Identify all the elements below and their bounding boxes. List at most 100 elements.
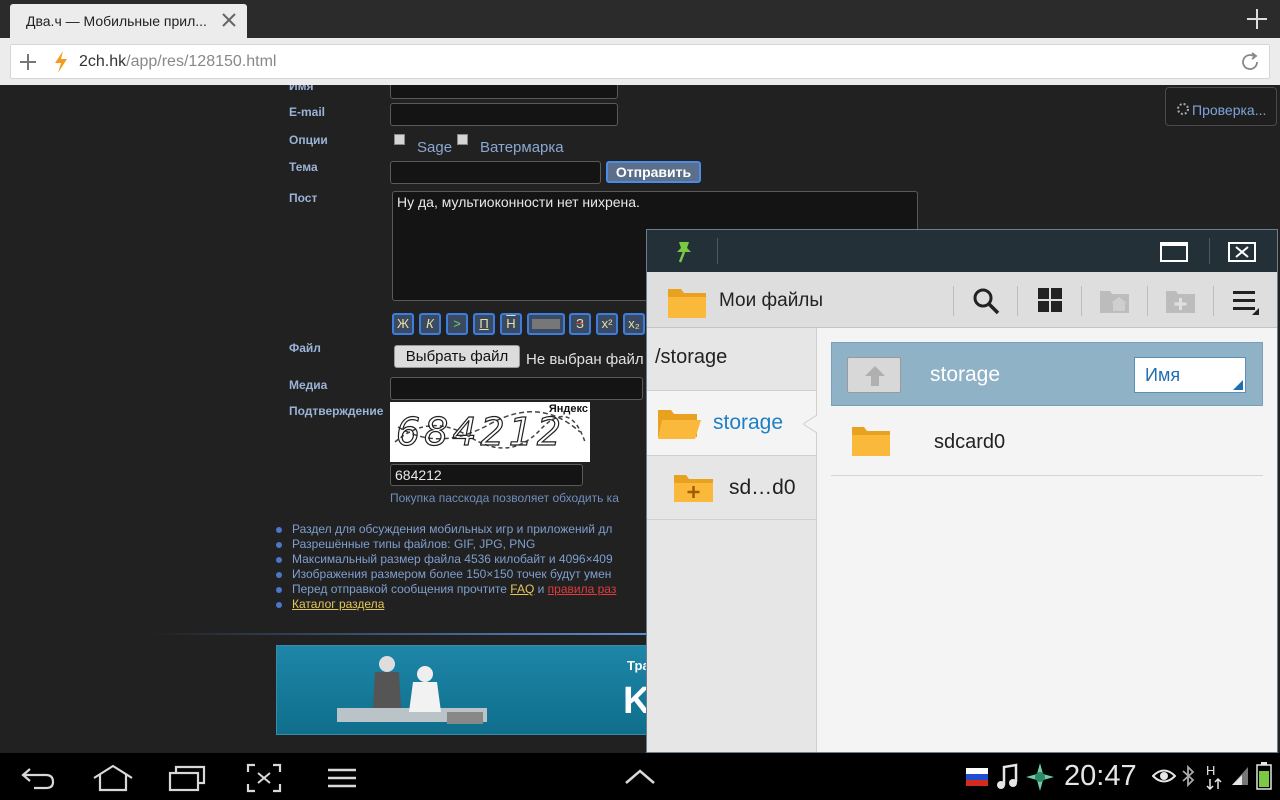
toolbar-separator <box>1081 286 1082 316</box>
list-item[interactable]: sdcard0 <box>831 408 1263 476</box>
close-window-icon[interactable] <box>1227 240 1257 264</box>
close-tab-icon[interactable] <box>219 10 239 30</box>
window-title-bar[interactable] <box>647 230 1277 272</box>
choose-file-button[interactable]: Выбрать файл <box>394 345 520 368</box>
home-folder-icon <box>1100 291 1129 313</box>
sdcard-folder-icon <box>674 475 713 502</box>
toolbar-separator <box>1017 286 1018 316</box>
bluetooth-icon <box>1182 765 1195 787</box>
url-field[interactable]: 2ch.hk/app/res/128150.html <box>10 44 1270 79</box>
reload-icon[interactable] <box>1239 51 1261 73</box>
check-button[interactable]: Проверка... <box>1165 87 1277 126</box>
toolbar-separator <box>1213 286 1214 316</box>
rule-item: Перед отправкой сообщения прочтите FAQ и… <box>276 582 616 596</box>
title-separator <box>717 238 718 264</box>
file-manager-toolbar: Мои файлы <box>647 272 1277 328</box>
title-separator <box>1209 238 1210 264</box>
system-navigation-bar: 20:47 H <box>0 753 1280 800</box>
grid-view-icon[interactable] <box>1037 287 1063 313</box>
nav-item-storage[interactable]: storage <box>647 390 817 455</box>
browser-tab-bar: Два.ч — Мобильные прил... <box>0 0 1280 38</box>
italic-button[interactable]: К <box>419 313 441 335</box>
battery-icon <box>1256 762 1272 790</box>
add-bookmark-icon[interactable] <box>19 53 37 71</box>
sage-label: Sage <box>417 139 453 156</box>
media-input[interactable] <box>390 377 643 400</box>
watermark-label: Ватермарка <box>480 139 564 156</box>
recent-apps-icon[interactable] <box>168 763 208 793</box>
captcha-image: 684212 Яндекс <box>390 402 590 462</box>
nav-item-label: storage <box>713 411 784 434</box>
underline-button[interactable]: П <box>473 313 495 335</box>
current-folder-bar: storage Имя <box>831 342 1263 406</box>
superscript-button[interactable]: x² <box>596 313 618 335</box>
spoiler-button[interactable] <box>527 313 565 335</box>
catalog-link[interactable]: Каталог раздела <box>292 597 384 611</box>
file-label: Файл <box>289 341 321 355</box>
search-icon[interactable] <box>971 286 1001 316</box>
file-manager-window: Мои файлы /storage storage sd…d0 storage <box>646 229 1278 753</box>
faq-link[interactable]: FAQ <box>510 582 534 596</box>
nav-item-label: sd…d0 <box>729 476 796 499</box>
bold-button[interactable]: Ж <box>392 313 414 335</box>
clock: 20:47 <box>1064 760 1137 792</box>
sage-checkbox[interactable] <box>394 134 405 145</box>
url-text[interactable]: 2ch.hk/app/res/128150.html <box>79 53 276 71</box>
arrow-up-icon <box>865 366 885 386</box>
name-input[interactable] <box>390 85 618 99</box>
subject-input[interactable] <box>390 161 601 184</box>
email-input[interactable] <box>390 103 618 126</box>
spoiler-swatch <box>532 319 560 329</box>
divider <box>150 633 650 635</box>
banner-photo <box>337 656 487 724</box>
spinner-icon <box>1177 103 1189 115</box>
overline-button[interactable]: Н <box>500 313 522 335</box>
new-tab-icon[interactable] <box>1244 6 1270 32</box>
sort-select[interactable]: Имя <box>1134 357 1246 393</box>
up-folder-button[interactable] <box>847 357 901 393</box>
list-item-label: sdcard0 <box>934 431 1006 453</box>
passcode-text: Покупка пасскода позволяет обходить ка <box>390 491 619 505</box>
menu-icon[interactable] <box>326 765 358 791</box>
quote-button[interactable]: > <box>446 313 468 335</box>
screenshot-icon[interactable] <box>246 763 282 793</box>
options-label: Опции <box>289 133 328 147</box>
home-icon[interactable] <box>92 763 134 793</box>
rule-item: Раздел для обсуждения мобильных игр и пр… <box>276 522 612 536</box>
eye-icon <box>1152 769 1176 783</box>
signal-icon <box>1232 767 1248 785</box>
toolbar-separator <box>1147 286 1148 316</box>
app-title: Мои файлы <box>719 290 824 311</box>
name-label: Имя <box>289 85 314 93</box>
back-icon[interactable] <box>20 765 56 791</box>
maximize-icon[interactable] <box>1159 240 1189 264</box>
rules-link[interactable]: правила раз <box>548 582 617 596</box>
strike-button[interactable]: З <box>569 313 591 335</box>
browser-tab[interactable]: Два.ч — Мобильные прил... <box>10 4 247 38</box>
russian-flag-icon <box>966 768 988 786</box>
watermark-checkbox[interactable] <box>457 134 468 145</box>
ad-banner[interactable]: Тра K <box>276 645 648 735</box>
app-notification-icon <box>1026 763 1054 791</box>
open-folder-icon <box>658 410 701 439</box>
menu-icon[interactable] <box>1231 288 1261 316</box>
send-button[interactable]: Отправить <box>606 161 701 183</box>
subscript-button[interactable]: x₂ <box>623 313 645 335</box>
chevron-up-icon[interactable] <box>624 767 656 787</box>
network-h-icon: H <box>1206 763 1222 791</box>
rule-item: Каталог раздела <box>276 597 384 611</box>
check-label: Проверка... <box>1192 102 1267 118</box>
pin-icon[interactable] <box>671 238 697 264</box>
rule-item: Изображения размером более 150×150 точек… <box>276 567 611 581</box>
nav-item-sdcard[interactable]: sd…d0 <box>647 455 816 520</box>
captcha-input[interactable]: 684212 <box>390 464 583 486</box>
dropdown-corner-icon <box>1233 380 1243 390</box>
folder-icon <box>668 289 706 318</box>
current-path: /storage <box>655 346 728 368</box>
confirm-label: Подтверждение <box>289 404 384 418</box>
captcha-text: 684212 <box>395 409 566 454</box>
post-text: Ну да, мультиоконности нет нихрена. <box>397 194 640 210</box>
yandex-logo: Яндекс <box>548 403 588 415</box>
subject-label: Тема <box>289 160 318 174</box>
navigation-panel: /storage storage sd…d0 <box>647 328 817 752</box>
